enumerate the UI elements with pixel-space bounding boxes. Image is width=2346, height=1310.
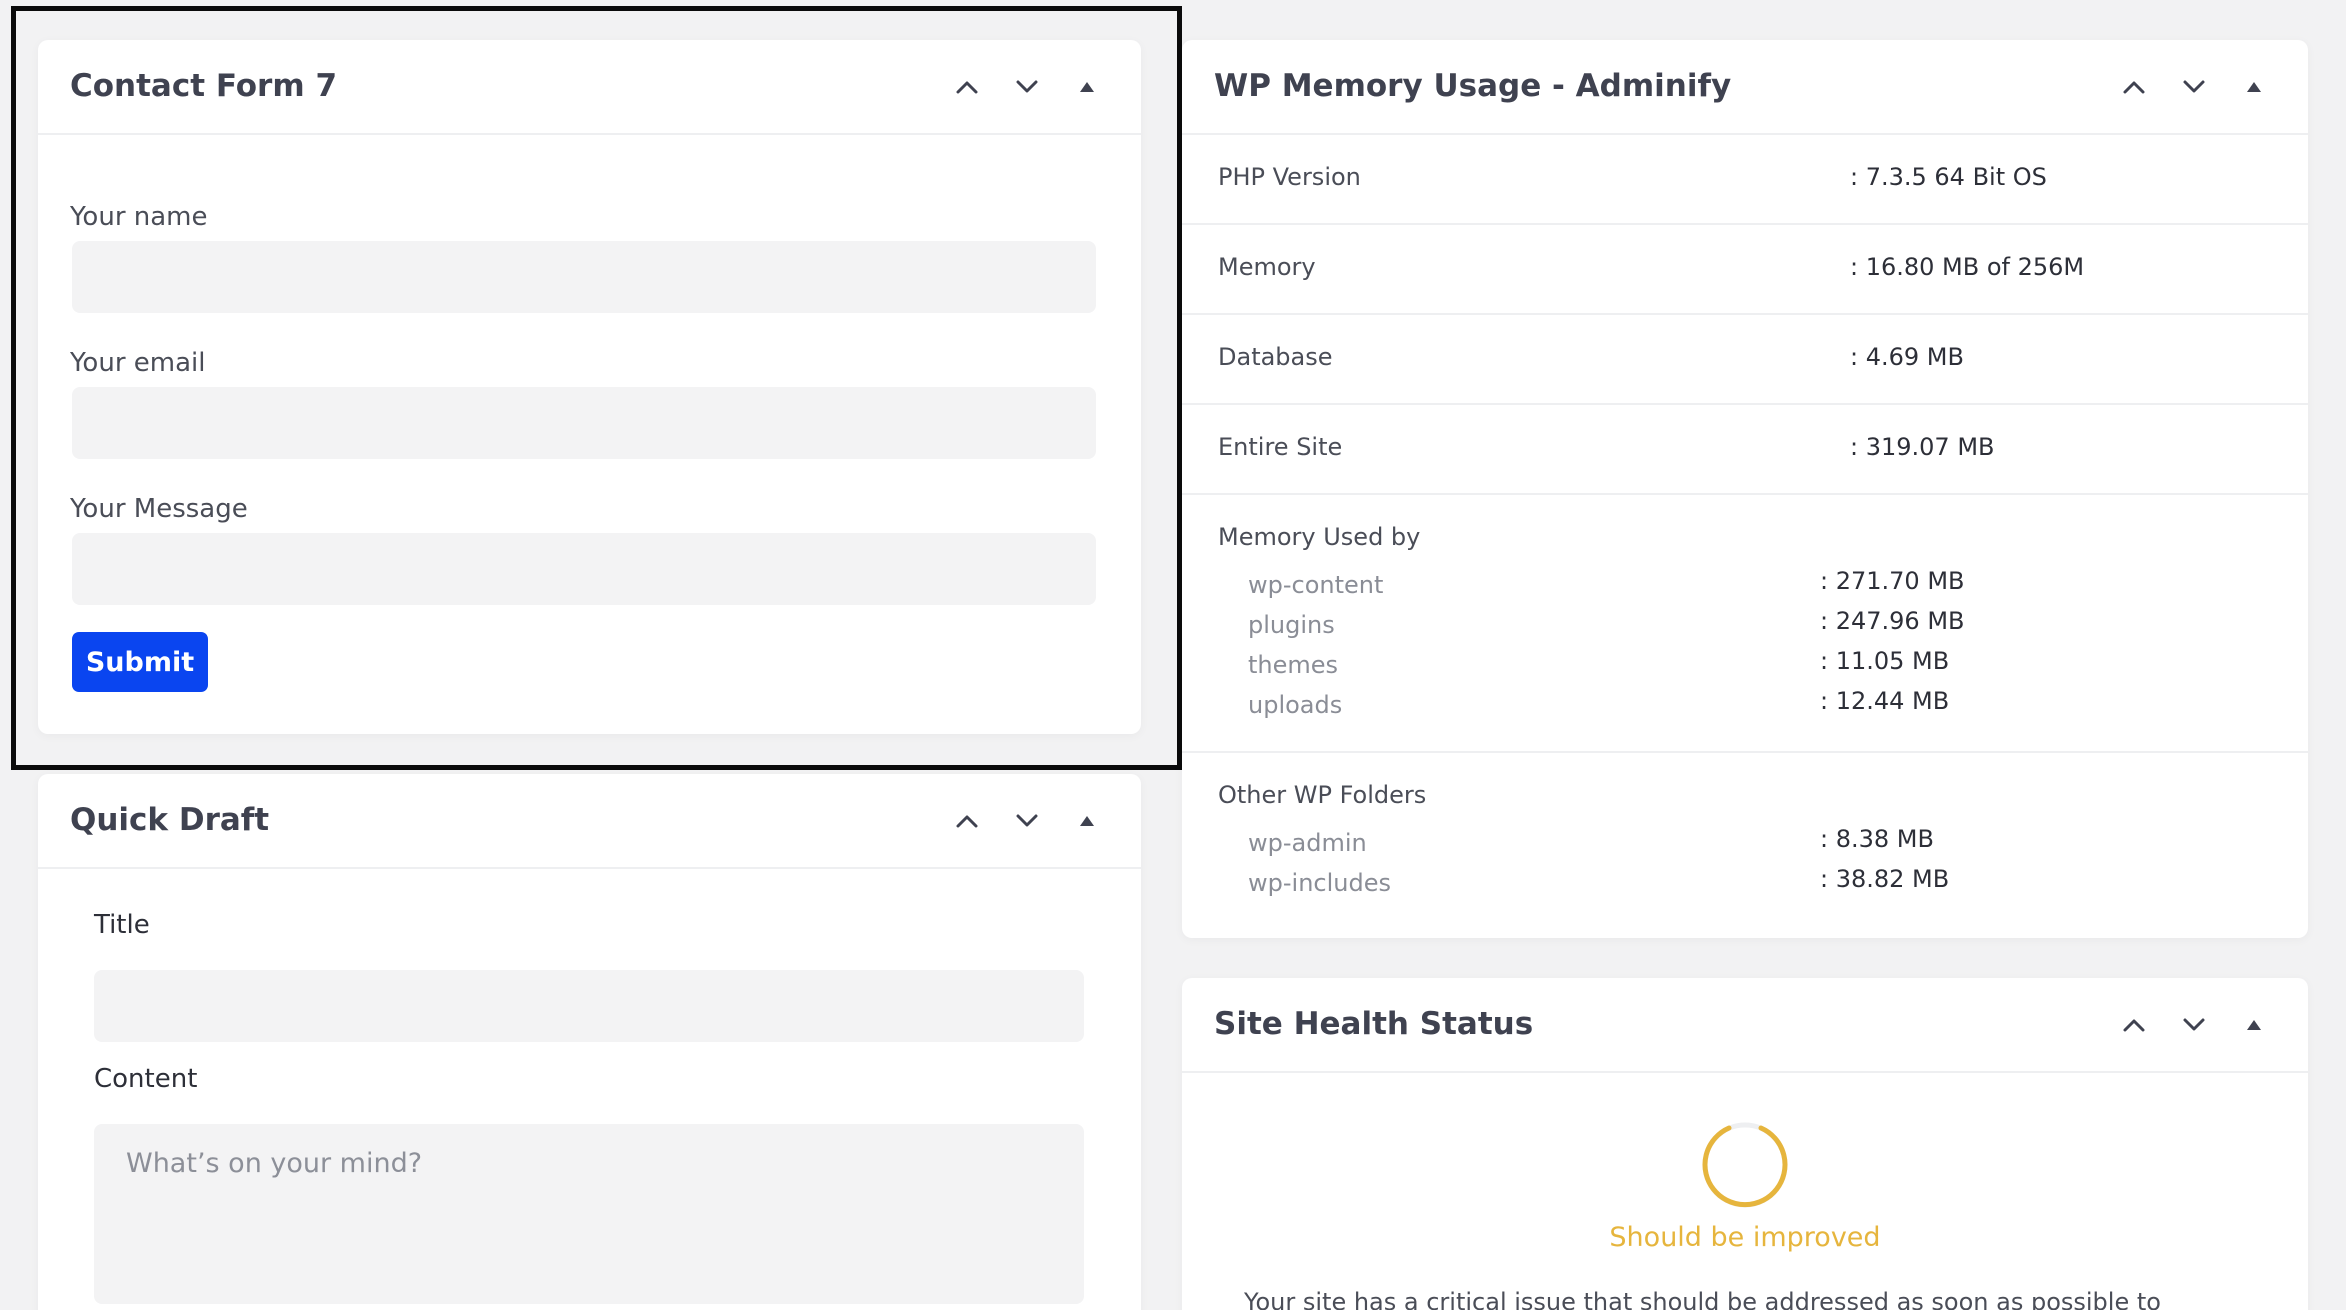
used-by-item-value: : 247.96 MB bbox=[1820, 607, 1965, 635]
toggle-panel-button[interactable] bbox=[1071, 805, 1103, 837]
site-health-card: Site Health Status Should be improved Yo… bbox=[1182, 978, 2308, 1310]
chevron-up-icon bbox=[956, 81, 978, 93]
caret-up-icon bbox=[1080, 81, 1094, 92]
draft-content-label: Content bbox=[94, 1064, 198, 1094]
health-progress-ring-icon bbox=[1702, 1122, 1788, 1208]
quick-draft-controls bbox=[951, 774, 1103, 867]
memory-used-by-label: Memory Used by bbox=[1218, 523, 1421, 551]
caret-up-icon bbox=[2247, 1019, 2261, 1030]
move-down-button[interactable] bbox=[1011, 805, 1043, 837]
move-down-button[interactable] bbox=[1011, 71, 1043, 103]
chevron-down-icon bbox=[1016, 814, 1038, 826]
memory-usage-card: WP Memory Usage - Adminify PHP Version :… bbox=[1182, 40, 2308, 938]
your-name-label: Your name bbox=[70, 202, 208, 232]
caret-up-icon bbox=[1080, 815, 1094, 826]
quick-draft-card: Quick Draft Title Content bbox=[38, 774, 1141, 1310]
chevron-down-icon bbox=[2183, 80, 2205, 92]
memory-row-label: Database bbox=[1218, 343, 1333, 371]
chevron-up-icon bbox=[956, 815, 978, 827]
other-folders-section: Other WP Folders wp-admin : 8.38 MB wp-i… bbox=[1182, 751, 2308, 938]
draft-content-textarea[interactable] bbox=[94, 1124, 1084, 1304]
used-by-item-label: plugins bbox=[1248, 611, 1335, 639]
memory-row-value: : 7.3.5 64 Bit OS bbox=[1850, 163, 2047, 191]
health-status-text: Should be improved bbox=[1609, 1222, 1881, 1253]
toggle-panel-button[interactable] bbox=[1071, 71, 1103, 103]
memory-row-label: Memory bbox=[1218, 253, 1316, 281]
your-name-input[interactable] bbox=[72, 241, 1096, 313]
memory-row-label: Entire Site bbox=[1218, 433, 1343, 461]
move-up-button[interactable] bbox=[2118, 71, 2150, 103]
toggle-panel-button[interactable] bbox=[2238, 1009, 2270, 1041]
caret-up-icon bbox=[2247, 81, 2261, 92]
health-description: Your site has a critical issue that shou… bbox=[1244, 1288, 2161, 1310]
dashboard-page: Contact Form 7 Your name Your email Your… bbox=[0, 0, 2346, 1310]
chevron-up-icon bbox=[2123, 1019, 2145, 1031]
memory-row-entire-site: Entire Site : 319.07 MB bbox=[1182, 403, 2308, 495]
site-health-title: Site Health Status bbox=[1214, 1006, 1534, 1042]
chevron-down-icon bbox=[2183, 1018, 2205, 1030]
move-down-button[interactable] bbox=[2178, 1009, 2210, 1041]
used-by-item-label: uploads bbox=[1248, 691, 1343, 719]
used-by-item-label: wp-content bbox=[1248, 571, 1384, 599]
chevron-up-icon bbox=[2123, 81, 2145, 93]
used-by-item-value: : 271.70 MB bbox=[1820, 567, 1965, 595]
other-folder-item-value: : 38.82 MB bbox=[1820, 865, 1950, 893]
other-folder-item-label: wp-admin bbox=[1248, 829, 1367, 857]
your-email-input[interactable] bbox=[72, 387, 1096, 459]
memory-row-memory: Memory : 16.80 MB of 256M bbox=[1182, 223, 2308, 315]
other-folder-item-label: wp-includes bbox=[1248, 869, 1391, 897]
memory-row-value: : 16.80 MB of 256M bbox=[1850, 253, 2085, 281]
chevron-down-icon bbox=[1016, 80, 1038, 92]
used-by-item-label: themes bbox=[1248, 651, 1339, 679]
toggle-panel-button[interactable] bbox=[2238, 71, 2270, 103]
draft-title-label: Title bbox=[94, 910, 150, 940]
your-message-label: Your Message bbox=[70, 494, 248, 524]
contact-form-controls bbox=[951, 40, 1103, 133]
contact-form-header: Contact Form 7 bbox=[38, 40, 1141, 135]
your-email-label: Your email bbox=[70, 348, 206, 378]
move-down-button[interactable] bbox=[2178, 71, 2210, 103]
move-up-button[interactable] bbox=[2118, 1009, 2150, 1041]
memory-usage-title: WP Memory Usage - Adminify bbox=[1214, 68, 1732, 104]
your-message-input[interactable] bbox=[72, 533, 1096, 605]
memory-used-by-section: Memory Used by wp-content : 271.70 MB pl… bbox=[1182, 493, 2308, 753]
other-folder-item-value: : 8.38 MB bbox=[1820, 825, 1934, 853]
submit-button[interactable]: Submit bbox=[72, 632, 208, 692]
move-up-button[interactable] bbox=[951, 805, 983, 837]
site-health-header: Site Health Status bbox=[1182, 978, 2308, 1073]
memory-usage-controls bbox=[2118, 40, 2270, 133]
memory-row-php: PHP Version : 7.3.5 64 Bit OS bbox=[1182, 133, 2308, 225]
contact-form-title: Contact Form 7 bbox=[70, 68, 338, 104]
other-folders-label: Other WP Folders bbox=[1218, 781, 1427, 809]
quick-draft-title: Quick Draft bbox=[70, 802, 270, 838]
site-health-controls bbox=[2118, 978, 2270, 1071]
used-by-item-value: : 12.44 MB bbox=[1820, 687, 1950, 715]
quick-draft-header: Quick Draft bbox=[38, 774, 1141, 869]
draft-title-input[interactable] bbox=[94, 970, 1084, 1042]
move-up-button[interactable] bbox=[951, 71, 983, 103]
memory-row-database: Database : 4.69 MB bbox=[1182, 313, 2308, 405]
memory-row-label: PHP Version bbox=[1218, 163, 1361, 191]
used-by-item-value: : 11.05 MB bbox=[1820, 647, 1950, 675]
memory-usage-header: WP Memory Usage - Adminify bbox=[1182, 40, 2308, 135]
memory-row-value: : 4.69 MB bbox=[1850, 343, 1964, 371]
memory-row-value: : 319.07 MB bbox=[1850, 433, 1995, 461]
contact-form-card: Contact Form 7 Your name Your email Your… bbox=[38, 40, 1141, 734]
